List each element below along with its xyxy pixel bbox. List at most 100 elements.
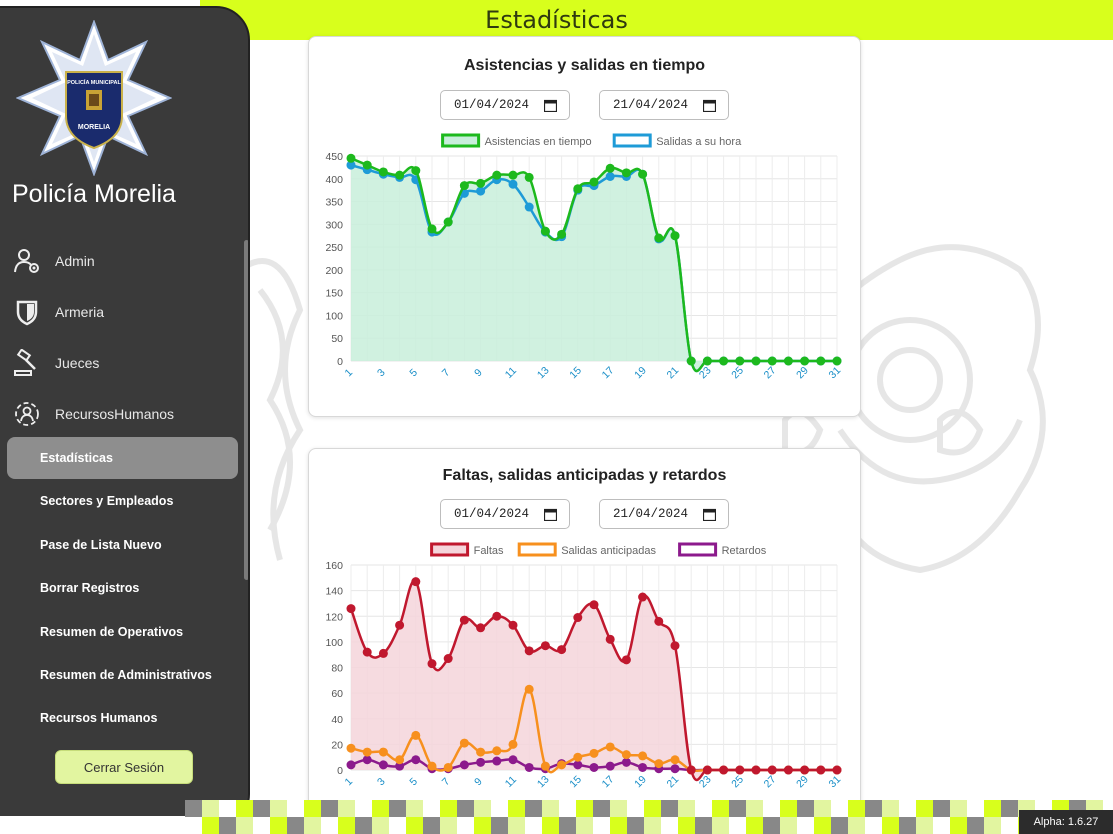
- legend-swatch: [678, 542, 718, 557]
- checker-cell: [661, 800, 678, 817]
- data-point: [621, 168, 631, 178]
- sub-item-recursos-humanos[interactable]: Recursos Humanos: [7, 697, 238, 739]
- checker-cell: [763, 800, 780, 817]
- checker-cell: [729, 817, 746, 834]
- checker-cell: [491, 800, 508, 817]
- chart-card-asistencias: Asistencias y salidas en tiempo 01/04/20…: [308, 36, 861, 417]
- x-tick-label: 29: [794, 773, 811, 790]
- checker-cell: [185, 817, 202, 834]
- data-point: [589, 600, 599, 610]
- calendar-icon[interactable]: [703, 99, 716, 112]
- checker-cell: [440, 817, 457, 834]
- legend-label: Salidas anticipadas: [561, 545, 656, 557]
- data-point: [524, 762, 534, 772]
- data-point: [378, 167, 388, 177]
- checker-cell: [270, 800, 287, 817]
- x-tick-label: 9: [472, 366, 485, 379]
- y-tick-label: 0: [337, 765, 343, 777]
- x-tick-label: 1: [343, 775, 356, 788]
- checker-cell: [933, 817, 950, 834]
- data-point: [411, 730, 421, 740]
- logout-button[interactable]: Cerrar Sesión: [55, 750, 193, 784]
- y-tick-label: 40: [331, 714, 343, 726]
- checker-cell: [559, 817, 576, 834]
- data-point: [378, 648, 388, 658]
- calendar-icon[interactable]: [544, 508, 557, 521]
- checker-cell: [644, 800, 661, 817]
- data-point: [589, 748, 599, 758]
- badge-top-text: POLICÍA MUNICIPAL: [67, 78, 121, 86]
- data-point: [557, 760, 567, 770]
- data-point: [427, 659, 437, 669]
- sidebar-scrollbar[interactable]: [244, 240, 248, 580]
- nav-item-armeria[interactable]: Armeria: [12, 292, 104, 332]
- date-from-input[interactable]: 01/04/2024: [440, 90, 570, 120]
- y-tick-label: 350: [325, 197, 343, 209]
- sub-item-sectores-empleados[interactable]: Sectores y Empleados: [7, 480, 238, 522]
- data-point: [621, 655, 631, 665]
- data-point: [492, 756, 502, 766]
- checker-cell: [695, 800, 712, 817]
- checker-cell: [474, 800, 491, 817]
- calendar-icon[interactable]: [703, 508, 716, 521]
- checker-cell: [984, 817, 1001, 834]
- data-point: [573, 760, 583, 770]
- data-point: [589, 762, 599, 772]
- data-point: [476, 186, 486, 196]
- sub-item-borrar-registros[interactable]: Borrar Registros: [7, 567, 238, 609]
- checker-cell: [304, 800, 321, 817]
- data-point: [411, 755, 421, 765]
- x-tick-label: 15: [567, 364, 584, 381]
- checker-cell: [627, 817, 644, 834]
- sub-item-estadisticas[interactable]: Estadísticas: [7, 437, 238, 479]
- legend-swatch: [517, 542, 557, 557]
- checker-cell: [712, 817, 729, 834]
- checker-cell: [848, 800, 865, 817]
- y-tick-label: 100: [325, 637, 343, 649]
- nav-item-recursos-humanos[interactable]: RecursosHumanos: [12, 394, 174, 434]
- data-point: [508, 170, 518, 180]
- checker-cell: [831, 817, 848, 834]
- data-point: [654, 759, 664, 769]
- x-tick-label: 19: [632, 364, 649, 381]
- legend-swatch: [612, 133, 652, 148]
- checker-cell: [457, 817, 474, 834]
- data-point: [459, 615, 469, 625]
- checker-cell: [950, 800, 967, 817]
- data-point: [459, 760, 469, 770]
- sidebar: POLICÍA MUNICIPAL MORELIA Policía Moreli…: [0, 6, 250, 828]
- x-tick-label: 1: [343, 366, 356, 379]
- data-point: [702, 765, 712, 775]
- date-to-input[interactable]: 21/04/2024: [599, 90, 729, 120]
- calendar-icon[interactable]: [544, 99, 557, 112]
- nav-item-jueces[interactable]: Jueces: [12, 343, 99, 383]
- sub-item-resumen-operativos[interactable]: Resumen de Operativos: [7, 611, 238, 653]
- checker-cell: [593, 817, 610, 834]
- sub-item-resumen-administrativos[interactable]: Resumen de Administrativos: [7, 654, 238, 696]
- sub-item-pase-de-lista[interactable]: Pase de Lista Nuevo: [7, 524, 238, 566]
- app: Estadísticas POLICÍA MUNICIPAL MORELIA P…: [0, 0, 1113, 834]
- checker-cell: [831, 800, 848, 817]
- data-point: [508, 620, 518, 630]
- data-point: [476, 747, 486, 757]
- checker-cell: [882, 800, 899, 817]
- checker-cell: [457, 800, 474, 817]
- legend-swatch: [441, 133, 481, 148]
- x-tick-label: 13: [535, 773, 552, 790]
- legend-swatch: [430, 542, 470, 557]
- y-tick-label: 250: [325, 242, 343, 254]
- data-point: [783, 765, 793, 775]
- date-from-input[interactable]: 01/04/2024: [440, 499, 570, 529]
- checker-cell: [967, 800, 984, 817]
- checker-cell: [678, 800, 695, 817]
- date-to-input[interactable]: 21/04/2024: [599, 499, 729, 529]
- data-point: [605, 172, 615, 181]
- data-point: [427, 761, 437, 771]
- data-point: [800, 356, 810, 366]
- data-point: [605, 761, 615, 771]
- data-point: [654, 233, 664, 243]
- nav-item-admin[interactable]: Admin: [12, 241, 95, 281]
- y-tick-label: 60: [331, 688, 343, 700]
- data-point: [719, 356, 729, 366]
- date-from-value: 01/04/2024: [454, 98, 530, 112]
